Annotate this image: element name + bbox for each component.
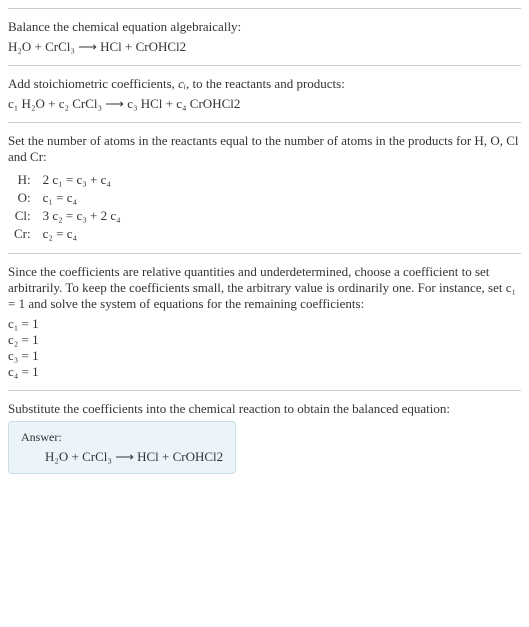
element-equation: c₁ = c₄ [37,189,127,207]
table-row: Cl: 3 c₂ = c₃ + 2 c₄ [8,207,127,225]
solve-title: Since the coefficients are relative quan… [8,264,521,312]
section-answer: Substitute the coefficients into the che… [8,390,521,484]
problem-title: Balance the chemical equation algebraica… [8,19,521,35]
table-row: O: c₁ = c₄ [8,189,127,207]
stoich-title-b: , to the reactants and products: [186,76,345,91]
element-equation: c₂ = c₄ [37,225,127,243]
element-equation: 2 c₁ = c₃ + c₄ [37,171,127,189]
coefficient-value: c₂ = 1 [8,332,521,348]
stoich-ci: cᵢ [178,76,186,91]
section-solve: Since the coefficients are relative quan… [8,253,521,390]
coefficient-value: c₁ = 1 [8,316,521,332]
element-equation: 3 c₂ = c₃ + 2 c₄ [37,207,127,225]
answer-label: Answer: [21,430,223,445]
answer-equation: H₂O + CrCl₃ ⟶ HCl + CrOHCl2 [21,449,223,465]
section-problem: Balance the chemical equation algebraica… [8,8,521,65]
problem-equation: H₂O + CrCl₃ ⟶ HCl + CrOHCl2 [8,39,521,55]
section-stoichiometric: Add stoichiometric coefficients, cᵢ, to … [8,65,521,122]
stoich-title-a: Add stoichiometric coefficients, [8,76,178,91]
element-label: H: [8,171,37,189]
element-label: Cl: [8,207,37,225]
answer-title: Substitute the coefficients into the che… [8,401,521,417]
table-row: H: 2 c₁ = c₃ + c₄ [8,171,127,189]
coefficient-value: c₄ = 1 [8,364,521,380]
atom-balance-title: Set the number of atoms in the reactants… [8,133,521,165]
stoich-title: Add stoichiometric coefficients, cᵢ, to … [8,76,521,92]
table-row: Cr: c₂ = c₄ [8,225,127,243]
stoich-equation: c₁ H₂O + c₂ CrCl₃ ⟶ c₃ HCl + c₄ CrOHCl2 [8,96,521,112]
element-label: Cr: [8,225,37,243]
coefficient-value: c₃ = 1 [8,348,521,364]
answer-box: Answer: H₂O + CrCl₃ ⟶ HCl + CrOHCl2 [8,421,236,474]
atom-balance-table: H: 2 c₁ = c₃ + c₄ O: c₁ = c₄ Cl: 3 c₂ = … [8,171,127,243]
section-atom-balance: Set the number of atoms in the reactants… [8,122,521,253]
element-label: O: [8,189,37,207]
